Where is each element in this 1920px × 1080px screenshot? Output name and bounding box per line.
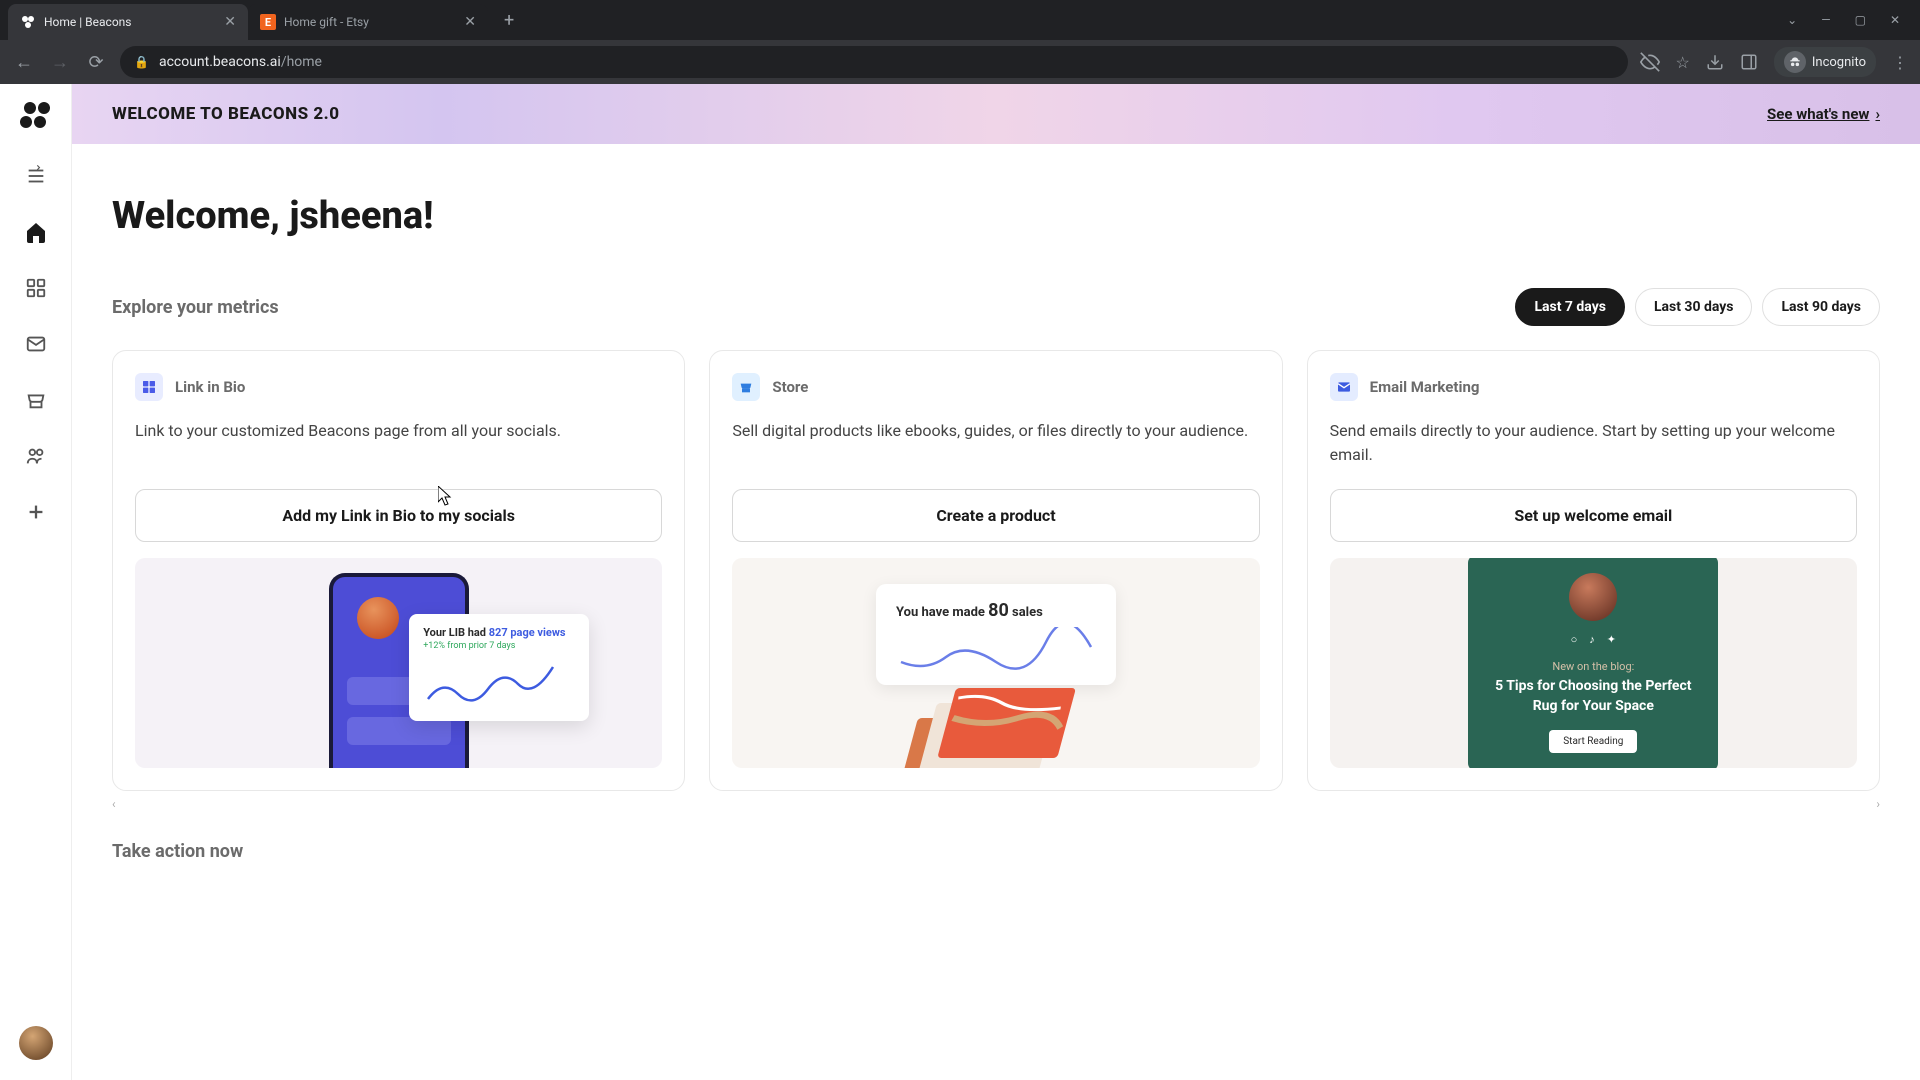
scroll-right-icon[interactable]: › [1876,797,1880,811]
sidebar-email[interactable] [22,330,50,358]
twitter-icon: ✦ [1607,633,1616,646]
nav-bar: ← → ⟳ 🔒 account.beacons.ai/home ☆ [0,40,1920,84]
lib-popup-text: Your LIB had 827 page views [423,626,575,639]
incognito-icon [1784,51,1806,73]
forward-button[interactable]: → [48,52,72,73]
lock-icon: 🔒 [134,55,149,69]
chevron-down-icon[interactable]: ⌄ [1787,13,1797,27]
email-preview-avatar [1569,573,1617,621]
card-title: Link in Bio [175,378,245,396]
email-icon [1330,373,1358,401]
incognito-badge[interactable]: Incognito [1774,47,1876,77]
sidebar-apps[interactable] [22,274,50,302]
tab-bar: Home | Beacons ✕ E Home gift - Etsy ✕ + … [0,0,1920,40]
setup-welcome-email-button[interactable]: Set up welcome email [1330,489,1857,542]
maximize-icon[interactable]: ▢ [1855,13,1866,27]
download-icon[interactable] [1706,53,1724,71]
email-preview: ○ ♪ ✦ New on the blog: 5 Tips for Choosi… [1330,558,1857,768]
card-description: Sell digital products like ebooks, guide… [732,419,1259,467]
email-social-icons: ○ ♪ ✦ [1486,633,1700,646]
favicon-etsy: E [260,14,276,30]
scroll-left-icon[interactable]: ‹ [112,797,116,811]
email-preview-title: 5 Tips for Choosing the Perfect Rug for … [1486,677,1700,716]
favicon-beacons [20,14,36,30]
tab-close-icon[interactable]: ✕ [464,14,476,30]
next-section-heading: Take action now [112,841,1880,862]
url-text: account.beacons.ai/home [159,54,322,70]
pill-last-90-days[interactable]: Last 90 days [1762,288,1880,326]
back-button[interactable]: ← [12,52,36,73]
sidebar-audience[interactable] [22,442,50,470]
reload-button[interactable]: ⟳ [84,52,108,73]
chevron-right-icon: › [1875,105,1880,123]
card-store: Store Sell digital products like ebooks,… [709,350,1282,791]
email-preview-label: New on the blog: [1486,660,1700,673]
menu-icon[interactable]: ⋮ [1892,53,1908,72]
instagram-icon: ○ [1571,633,1578,646]
browser-tab-beacons[interactable]: Home | Beacons ✕ [8,4,248,40]
pill-last-7-days[interactable]: Last 7 days [1515,288,1625,326]
browser-tab-etsy[interactable]: E Home gift - Etsy ✕ [248,4,488,40]
card-title: Email Marketing [1370,378,1480,396]
sidebar-add[interactable] [22,498,50,526]
email-preview-cta: Start Reading [1549,730,1637,753]
books-illustration [896,668,1096,768]
minimize-icon[interactable]: — [1821,13,1830,27]
add-link-in-bio-button[interactable]: Add my Link in Bio to my socials [135,489,662,542]
sparkline-chart [423,659,563,709]
window-controls: ⌄ — ▢ ✕ [1787,13,1912,27]
card-title: Store [772,378,808,396]
sidebar-user-avatar[interactable] [19,1026,53,1060]
panel-icon[interactable] [1740,53,1758,71]
see-whats-new-link[interactable]: See what's new › [1767,105,1880,123]
link-in-bio-icon [135,373,163,401]
welcome-banner: WELCOME TO BEACONS 2.0 See what's new › [72,84,1920,144]
tab-title: Home gift - Etsy [284,15,456,29]
bookmark-icon[interactable]: ☆ [1676,53,1690,72]
sidebar-store[interactable] [22,386,50,414]
card-link-in-bio: Link in Bio Link to your customized Beac… [112,350,685,791]
close-window-icon[interactable]: ✕ [1890,13,1900,27]
svg-text:E: E [265,16,271,29]
card-description: Send emails directly to your audience. S… [1330,419,1857,467]
sidebar-collapse-toggle[interactable] [22,162,50,190]
metrics-title: Explore your metrics [112,297,279,318]
tab-title: Home | Beacons [44,15,216,29]
pill-last-30-days[interactable]: Last 30 days [1635,288,1753,326]
store-icon [732,373,760,401]
welcome-heading: Welcome, jsheena! [112,194,1880,238]
lib-popup-sub: +12% from prior 7 days [423,641,575,651]
card-email-marketing: Email Marketing Send emails directly to … [1307,350,1880,791]
sidebar-home[interactable] [22,218,50,246]
tab-close-icon[interactable]: ✕ [224,14,236,30]
new-tab-button[interactable]: + [496,6,522,35]
eye-off-icon[interactable] [1640,52,1660,72]
store-popup-text: You have made 80 sales [896,600,1096,621]
card-description: Link to your customized Beacons page fro… [135,419,662,467]
link-in-bio-preview: Your LIB had 827 page views +12% from pr… [135,558,662,768]
time-range-pills: Last 7 days Last 30 days Last 90 days [1515,288,1880,326]
beacons-logo[interactable] [20,102,52,134]
banner-title: WELCOME TO BEACONS 2.0 [112,104,340,124]
sidebar [0,84,72,1080]
store-preview: You have made 80 sales [732,558,1259,768]
tiktok-icon: ♪ [1589,633,1595,646]
create-product-button[interactable]: Create a product [732,489,1259,542]
address-bar[interactable]: 🔒 account.beacons.ai/home [120,46,1628,78]
